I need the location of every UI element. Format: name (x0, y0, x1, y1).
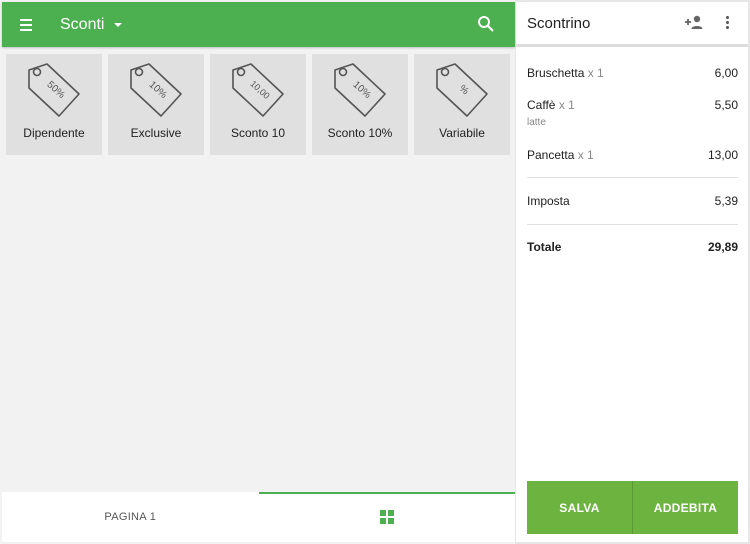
category-title: Sconti (60, 15, 105, 33)
tab-grid[interactable] (258, 492, 516, 542)
svg-text:50%: 50% (45, 79, 67, 101)
divider (527, 177, 738, 178)
charge-button[interactable]: ADDEBITA (632, 481, 738, 534)
receipt-title: Scontrino (527, 14, 591, 32)
discount-tile-dipendente[interactable]: 50% Dipendente (6, 54, 102, 155)
item-qty: x 1 (587, 66, 604, 80)
price-tag-icon: 10% (130, 63, 182, 117)
receipt-pane: Scontrino Bruschetta x 1 6,00 Caffè x 1 … (516, 2, 748, 542)
item-name: Bruschetta (527, 66, 585, 80)
svg-text:10%: 10% (147, 79, 169, 101)
receipt-actions: SALVA ADDEBITA (527, 481, 738, 534)
receipt-line-item[interactable]: Bruschetta x 1 6,00 (527, 66, 738, 80)
total-value: 29,89 (707, 240, 738, 254)
discount-tile-exclusive[interactable]: 10% Exclusive (108, 54, 204, 155)
discount-tile-label: Sconto 10% (327, 126, 393, 140)
tab-page-1[interactable]: PAGINA 1 (2, 492, 259, 542)
discount-grid: 50% Dipendente 10% Exclusive 10,00 Scont… (6, 54, 510, 155)
item-name: Caffè (527, 98, 556, 112)
discount-tile-sconto-10-percent[interactable]: 10% Sconto 10% (312, 54, 408, 155)
discount-tile-label: Exclusive (130, 126, 182, 140)
discount-tile-label: Dipendente (23, 126, 85, 140)
price-tag-icon: 50% (28, 63, 80, 117)
price-tag-icon: % (436, 63, 488, 117)
category-dropdown[interactable]: Sconti (60, 2, 123, 47)
divider (527, 224, 738, 225)
product-pane: Sconti 50% Dipendente 10% Exclusive 10,0… (0, 0, 515, 544)
item-qty: x 1 (558, 98, 575, 112)
item-price: 6,00 (714, 66, 738, 80)
more-vert-icon[interactable] (722, 16, 732, 32)
item-qty: x 1 (577, 148, 594, 162)
receipt-header: Scontrino (516, 2, 748, 47)
total-row: Totale 29,89 (527, 240, 738, 254)
discount-tile-label: Sconto 10 (230, 126, 286, 140)
tax-label: Imposta (527, 194, 570, 208)
grid-icon (379, 510, 394, 524)
svg-text:10,00: 10,00 (248, 79, 271, 102)
receipt-line-item[interactable]: Pancetta x 1 13,00 (527, 148, 738, 162)
svg-text:%: % (457, 83, 471, 97)
discount-tile-label: Variabile (439, 126, 485, 140)
item-price: 13,00 (707, 148, 738, 162)
item-name: Pancetta (527, 148, 575, 162)
svg-text:10%: 10% (351, 79, 373, 101)
discount-tile-sconto-10[interactable]: 10,00 Sconto 10 (210, 54, 306, 155)
hamburger-menu-icon[interactable] (18, 16, 38, 34)
discount-tile-variabile[interactable]: % Variabile (414, 54, 510, 155)
total-label: Totale (527, 240, 562, 254)
tax-row: Imposta 5,39 (527, 194, 738, 208)
search-icon[interactable] (477, 15, 495, 33)
receipt-line-item[interactable]: Caffè x 1 5,50 latte (527, 98, 738, 128)
bottom-navigation: PAGINA 1 (2, 492, 515, 542)
tax-value: 5,39 (714, 194, 738, 208)
chevron-down-icon (114, 22, 123, 27)
save-button[interactable]: SALVA (527, 481, 632, 534)
price-tag-icon: 10% (334, 63, 386, 117)
item-price: 5,50 (714, 98, 738, 112)
tab-page-label: PAGINA 1 (104, 511, 157, 523)
add-customer-icon[interactable] (684, 14, 704, 32)
app-bar: Sconti (2, 2, 515, 47)
item-note: latte (527, 117, 546, 128)
price-tag-icon: 10,00 (232, 63, 284, 117)
